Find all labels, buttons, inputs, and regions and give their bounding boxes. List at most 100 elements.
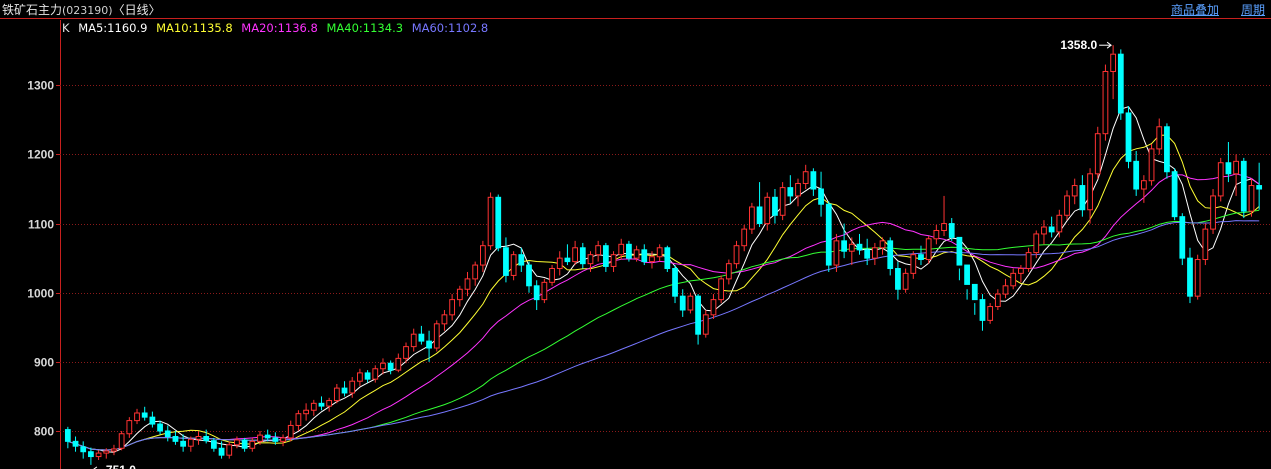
- candle-body: [226, 444, 233, 456]
- candle-body: [918, 254, 924, 261]
- candle-body: [941, 223, 947, 231]
- candle-body: [433, 323, 440, 349]
- candle-body: [1210, 195, 1216, 230]
- candle: [287, 420, 294, 442]
- candle-body: [987, 306, 994, 321]
- candle-body: [1071, 185, 1078, 197]
- candle: [887, 237, 894, 276]
- candlestick-chart[interactable]: 800 900 1000 1100 1200 1300 1358.0 751.0: [0, 0, 1271, 469]
- ma20-line: [67, 173, 1260, 451]
- y-tick-label: 1200: [27, 148, 54, 162]
- candle: [526, 261, 532, 293]
- candle-body: [626, 243, 632, 259]
- candle: [1248, 178, 1255, 217]
- candle-body: [1140, 180, 1147, 190]
- candle: [702, 309, 709, 338]
- candle-body: [472, 264, 479, 280]
- candle-body: [864, 249, 871, 259]
- candle: [503, 237, 509, 283]
- candle-body: [1033, 233, 1040, 254]
- candle-body: [449, 299, 456, 316]
- candle-body: [249, 440, 256, 449]
- candle-body: [825, 203, 832, 266]
- candle: [195, 430, 202, 445]
- candle-body: [902, 272, 909, 290]
- candle-body: [971, 283, 978, 301]
- candle-body: [210, 440, 217, 449]
- candle: [841, 223, 848, 259]
- candle: [449, 294, 456, 321]
- candle: [672, 265, 678, 304]
- candle: [464, 271, 471, 297]
- candle: [856, 233, 863, 255]
- candle-body: [1179, 216, 1186, 259]
- candle: [864, 238, 871, 266]
- candle-body: [426, 340, 432, 349]
- candle-body: [979, 299, 986, 321]
- candle-body: [1102, 70, 1109, 135]
- candle: [64, 426, 71, 449]
- y-tick-label: 900: [34, 356, 54, 370]
- candle: [848, 237, 855, 266]
- high-annotation: 1358.0: [1060, 38, 1097, 52]
- candle: [656, 244, 663, 262]
- candle-body: [410, 333, 417, 348]
- candle-body: [195, 436, 202, 440]
- candle-body: [1002, 285, 1009, 295]
- candle-body: [1156, 126, 1163, 150]
- candle: [556, 251, 563, 276]
- candle-body: [933, 229, 940, 240]
- ma5-line: [67, 106, 1260, 453]
- candle: [456, 285, 463, 307]
- candle: [718, 275, 725, 304]
- candle-body: [710, 299, 717, 316]
- candle: [902, 268, 909, 293]
- candle-body: [272, 437, 279, 442]
- candle-body: [1110, 53, 1117, 72]
- candle: [1156, 118, 1163, 155]
- ma40-line: [67, 209, 1260, 451]
- candle: [479, 240, 486, 272]
- candle: [1110, 45, 1117, 100]
- candle-body: [556, 257, 563, 270]
- candle: [925, 236, 932, 264]
- candle: [1094, 126, 1101, 179]
- candle-body: [1010, 272, 1017, 287]
- candle: [357, 368, 363, 387]
- candle: [787, 175, 794, 203]
- candle-body: [510, 254, 517, 276]
- candle: [118, 430, 125, 451]
- candle: [695, 294, 701, 345]
- candle: [987, 303, 994, 324]
- candle: [1025, 247, 1032, 272]
- candle: [410, 328, 417, 352]
- candle: [280, 434, 286, 447]
- candle-body: [141, 412, 148, 418]
- candle-body: [1018, 268, 1024, 274]
- candle-body: [103, 450, 110, 454]
- candle-body: [164, 430, 171, 438]
- candle-body: [1233, 160, 1239, 175]
- candle-body: [549, 268, 555, 283]
- candle: [441, 309, 448, 331]
- candle-body: [495, 196, 502, 249]
- candle-body: [479, 245, 486, 266]
- candle-body: [595, 245, 602, 256]
- candle-body: [1256, 185, 1263, 190]
- candle: [1187, 247, 1193, 304]
- candle: [833, 233, 840, 272]
- candle-body: [756, 206, 763, 225]
- candle-body: [1187, 257, 1193, 297]
- candle-body: [533, 285, 540, 301]
- y-tick-label: 1300: [27, 79, 54, 93]
- candle-body: [687, 295, 694, 311]
- candle: [1210, 189, 1216, 234]
- candle: [1179, 213, 1186, 266]
- candle: [779, 182, 786, 221]
- candle: [641, 244, 648, 266]
- candle-body: [441, 314, 448, 325]
- candle: [164, 425, 171, 442]
- candle: [1056, 209, 1063, 238]
- candle-body: [387, 362, 394, 371]
- candle-body: [526, 264, 532, 287]
